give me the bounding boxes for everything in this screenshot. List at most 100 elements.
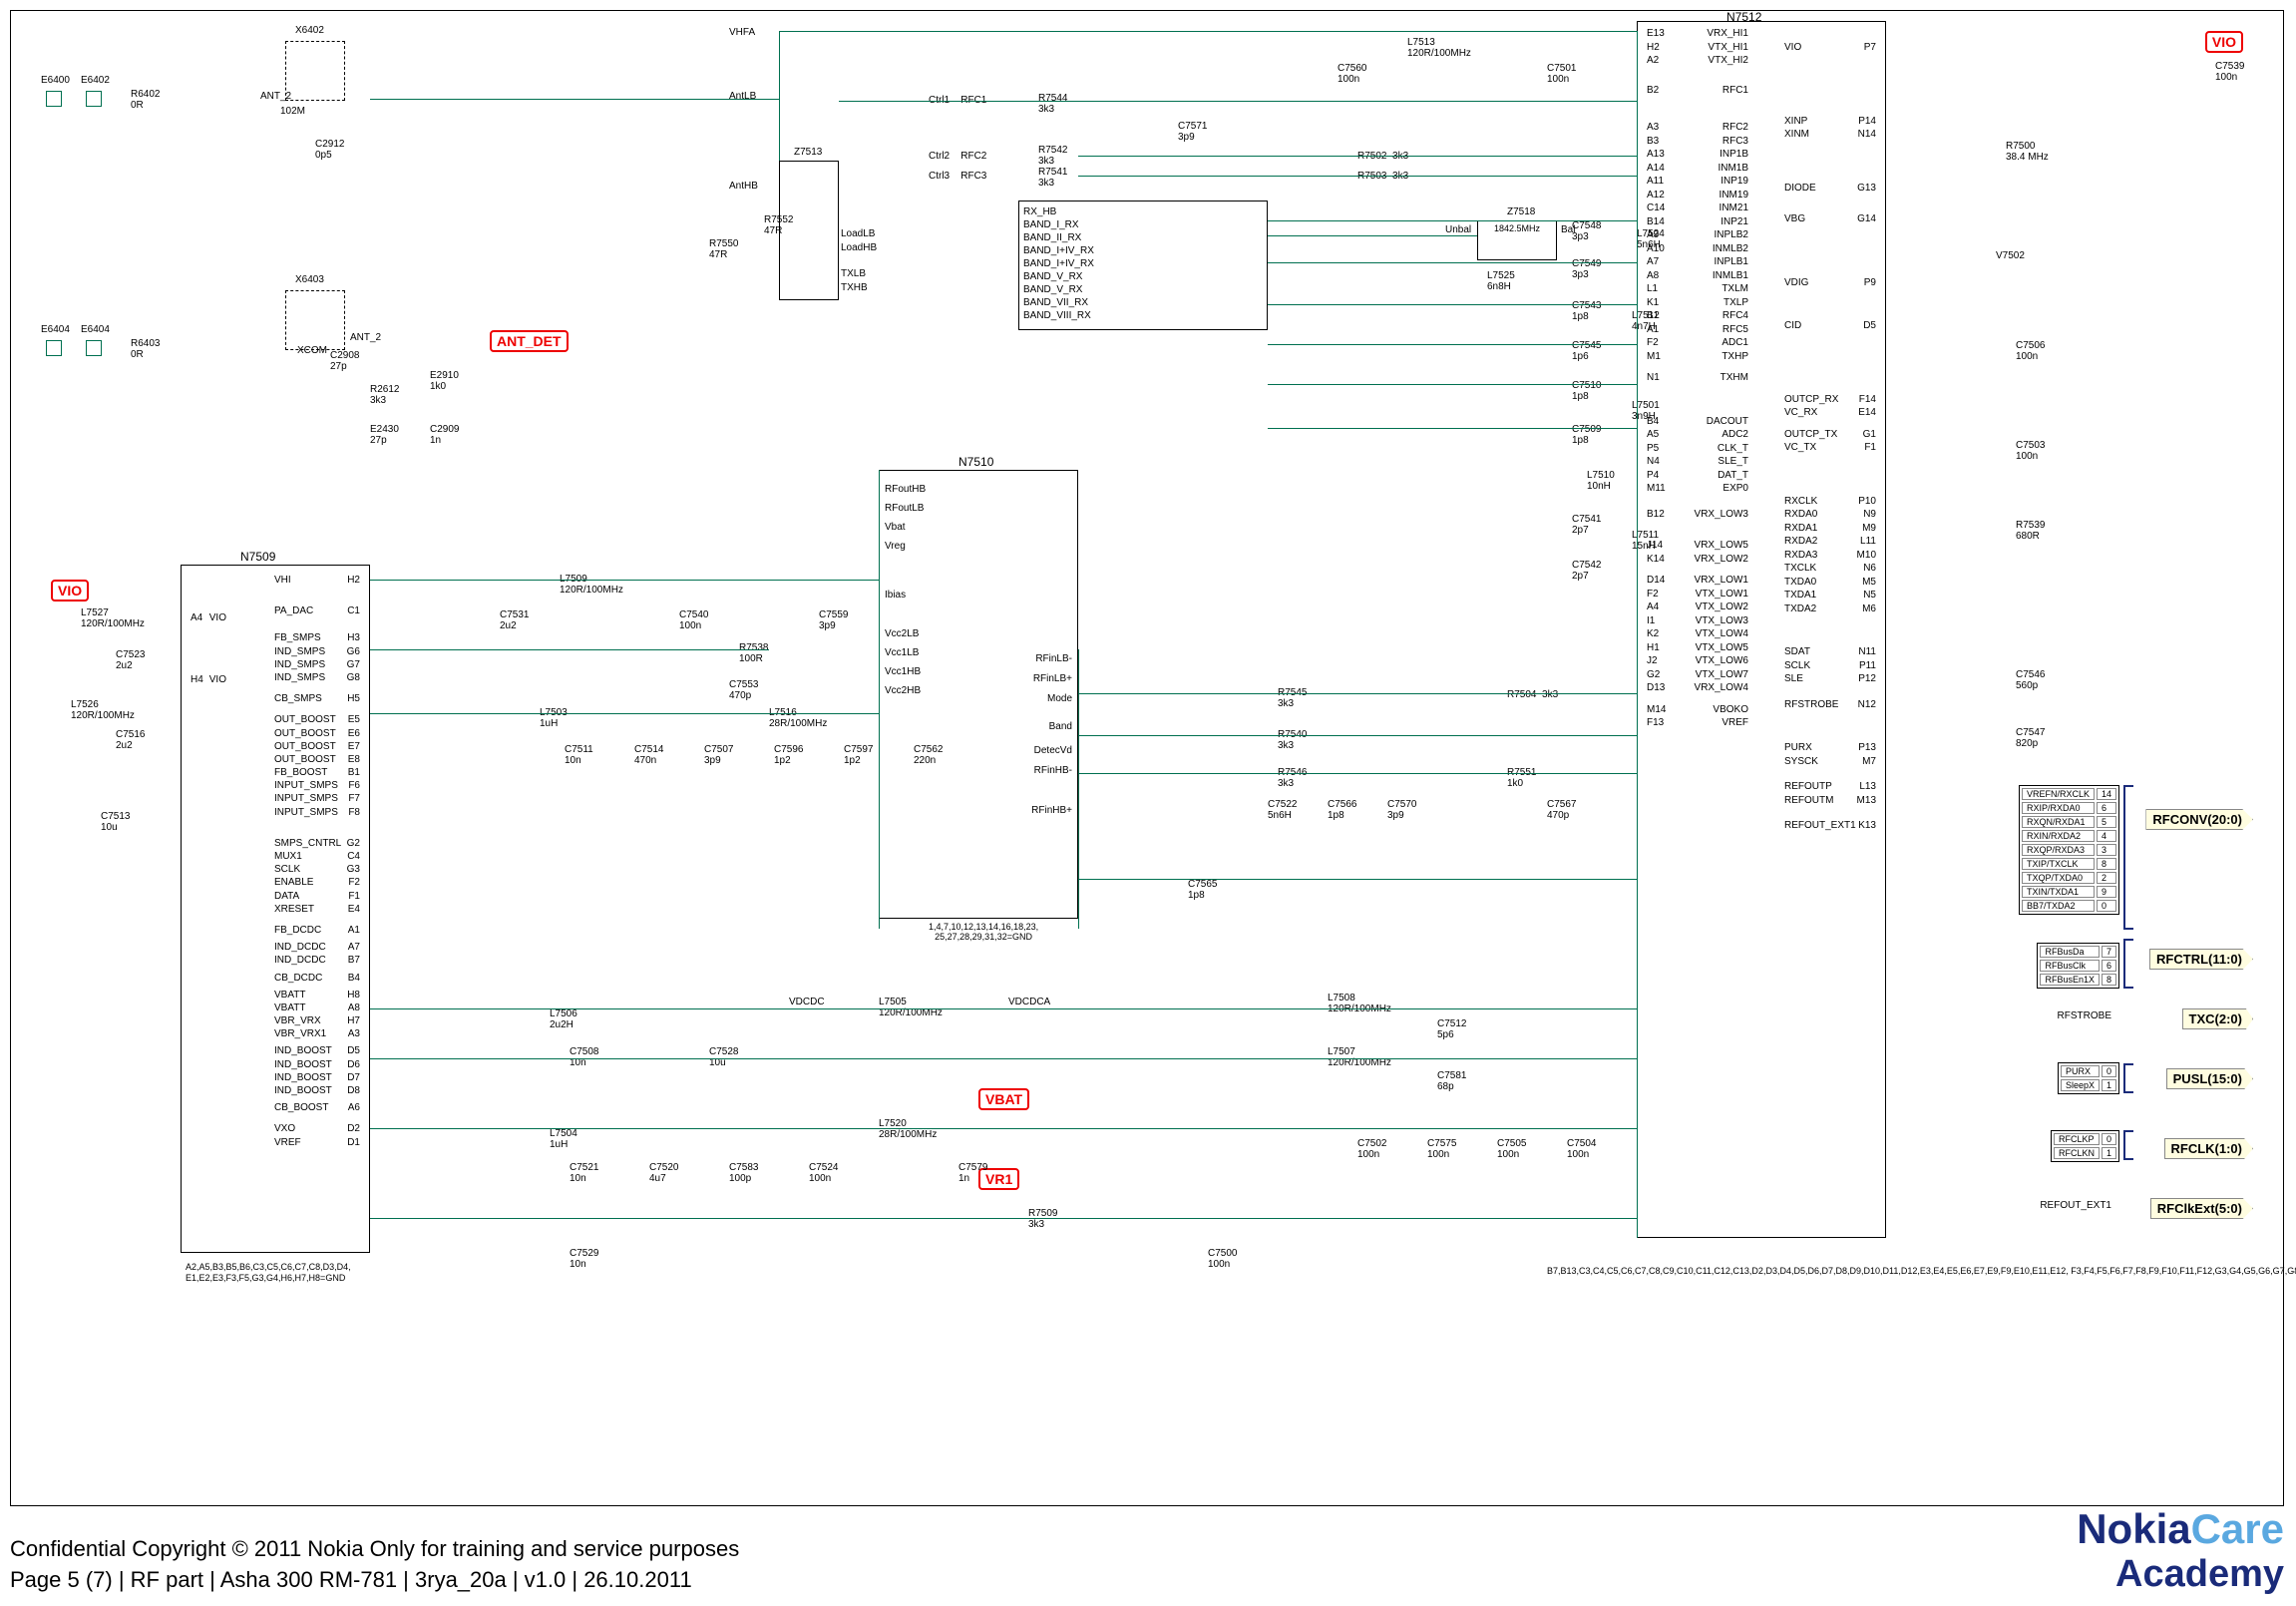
label-refout-ext1: REFOUT_EXT1: [2040, 1200, 2111, 1211]
antenna-x6402: [285, 41, 345, 101]
label-rxhb: RX_HB: [1023, 205, 1263, 218]
label-loadlb: LoadLB: [841, 228, 875, 239]
label-vio-top: VIO: [2205, 31, 2243, 53]
wire: [1268, 220, 1637, 221]
label-ant2b: ANT_2: [350, 332, 381, 343]
bus-rfclkext: RFClkExt(5:0): [2150, 1198, 2253, 1219]
table-rfctrl: RFBusDa7 RFBusClk6 RFBusEn1X8: [2037, 943, 2119, 989]
logo-nokia: Nokia: [2077, 1505, 2190, 1552]
label-c7505: C7505100n: [1497, 1138, 1526, 1160]
label-anthb: AntHB: [729, 181, 758, 192]
label-c7567: C7567470p: [1547, 799, 1576, 821]
label-r7500: R750038.4 MHz: [2006, 141, 2049, 163]
ic-z7518: 1842.5MHz: [1477, 220, 1557, 260]
wire: [1268, 428, 1637, 429]
label-unbal: Unbal: [1445, 224, 1471, 235]
bracket-rfconv: [2123, 785, 2133, 930]
label-c7560: C7560100n: [1338, 63, 1366, 85]
label-r7539: R7539680R: [2016, 520, 2045, 542]
wire: [1078, 693, 1637, 694]
label-r7509: R75093k3: [1028, 1208, 1057, 1230]
label-c7528: C752810u: [709, 1046, 738, 1068]
label-c7513: C751310u: [101, 811, 130, 833]
wire: [370, 580, 879, 581]
pins-n7510-left: RFoutHB RFoutLB Vbat Vreg Ibias Vcc2LB V…: [885, 480, 926, 700]
conn-e6404a: [46, 340, 62, 356]
label-l7506: L75062u2H: [550, 1008, 577, 1030]
label-c7596: C75961p2: [774, 744, 803, 766]
label-c7571: C75713p9: [1178, 121, 1207, 143]
label-e6400: E6400: [41, 75, 70, 86]
wire: [1268, 384, 1637, 385]
label-l7503: L75031uH: [540, 707, 568, 729]
label-c7529: C752910n: [570, 1248, 598, 1270]
label-l7526: L7526120R/100MHz: [71, 699, 135, 721]
label-c7570: C75703p9: [1387, 799, 1416, 821]
wire: [370, 99, 779, 100]
wire: [370, 713, 879, 714]
wire: [370, 1128, 1637, 1129]
bus-pusl: PUSL(15:0): [2166, 1068, 2253, 1089]
wire: [839, 101, 1637, 102]
label-v7502: V7502: [1996, 250, 2025, 261]
bracket-rfclk: [2123, 1130, 2133, 1160]
label-c7516: C75162u2: [116, 729, 145, 751]
label-n7509-gnd: A2,A5,B3,B5,B6,C3,C5,C6,C7,C8,D3,D4, E1,…: [186, 1262, 351, 1284]
label-l7513: L7513120R/100MHz: [1407, 37, 1471, 59]
label-vio-left: VIO: [51, 580, 89, 602]
footer-line1: Confidential Copyright © 2011 Nokia Only…: [10, 1534, 739, 1565]
label-c7511: C751110n: [565, 744, 593, 766]
wire: [1078, 176, 1637, 177]
wire: [1637, 31, 1638, 1238]
label-txhb: TXHB: [841, 282, 868, 293]
label-e6402: E6402: [81, 75, 110, 86]
label-rfstrobe: RFSTROBE: [2058, 1010, 2111, 1021]
label-c7522: C75225n6H: [1268, 799, 1297, 821]
pins-n7512-right: VIOP7 XINPP14 XINMN14 DIODEG13 VBGG14 VD…: [1780, 41, 1880, 833]
label-c7507: C75073p9: [704, 744, 733, 766]
label-l7516: L751628R/100MHz: [769, 707, 827, 729]
label-ctrl2: Ctrl2 RFC2: [929, 151, 986, 162]
pins-n7509-right: VHIH2 PA_DACC1 FB_SMPSH3 IND_SMPSG6 IND_…: [270, 574, 364, 1149]
label-c7508: C750810n: [570, 1046, 598, 1068]
label-ctrl3: Ctrl3 RFC3: [929, 171, 986, 182]
label-c7583: C7583100p: [729, 1162, 758, 1184]
label-txlb: TXLB: [841, 268, 866, 279]
label-c7548: C75483p3: [1572, 220, 1601, 242]
label-r7550: R755047R: [709, 238, 738, 260]
label-l7505: L7505120R/100MHz: [879, 997, 943, 1018]
schematic-canvas: X6402 ANT_2 X6403 ANT_2 XCOM 102M E6400 …: [10, 10, 2284, 1506]
label-c7597: C75971p2: [844, 744, 873, 766]
footer-text: Confidential Copyright © 2011 Nokia Only…: [10, 1534, 739, 1596]
footer-logo: NokiaCare Academy: [2077, 1505, 2284, 1596]
wire: [370, 1008, 1637, 1009]
wire: [879, 470, 880, 929]
label-l7507: L7507120R/100MHz: [1328, 1046, 1391, 1068]
label-ant2a: ANT_2: [260, 91, 291, 102]
table-rfconv: VREFN/RXCLK14 RXIP/RXDA06 RXQN/RXDA15 RX…: [2019, 785, 2119, 915]
bracket-pusl: [2123, 1063, 2133, 1093]
label-c7506: C7506100n: [2016, 340, 2045, 362]
antenna-x6403: [285, 290, 345, 350]
label-z7513: Z7513: [794, 147, 822, 158]
wire: [1078, 773, 1637, 774]
bus-rfclk: RFCLK(1:0): [2164, 1138, 2254, 1159]
label-r7542: R75423k3: [1038, 145, 1067, 167]
label-l7525: L75256n8H: [1487, 270, 1515, 292]
wire: [1078, 879, 1637, 880]
logo-care: Care: [2191, 1505, 2284, 1552]
label-vdcdca: VDCDCA: [1008, 997, 1050, 1007]
label-r7544: R75443k3: [1038, 93, 1067, 115]
wire: [1078, 735, 1637, 736]
label-e6404a: E6404: [41, 324, 70, 335]
label-c7559: C75593p9: [819, 609, 848, 631]
label-r7504: R7504 3k3: [1507, 689, 1558, 700]
label-c7565: C75651p8: [1188, 879, 1217, 901]
bracket-rfctrl: [2123, 939, 2133, 989]
label-x6402: X6402: [295, 25, 324, 36]
wire: [370, 1218, 1637, 1219]
label-c7502: C7502100n: [1357, 1138, 1386, 1160]
wire: [1268, 304, 1637, 305]
label-c2909: C29091n: [430, 424, 459, 446]
label-c7575: C7575100n: [1427, 1138, 1456, 1160]
